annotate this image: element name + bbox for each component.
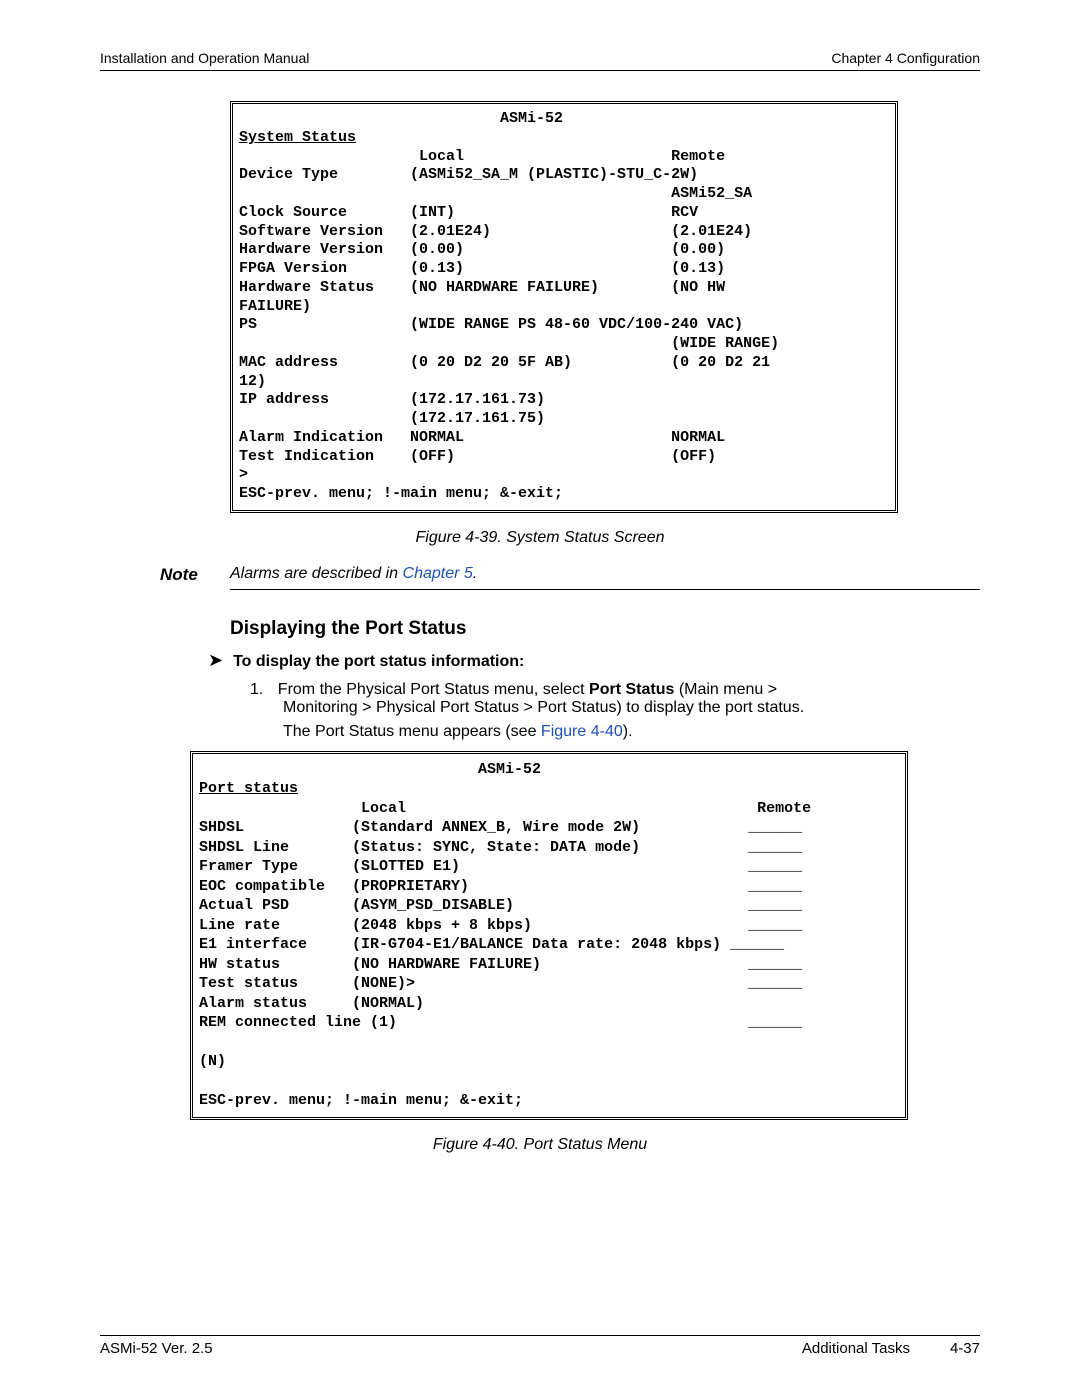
note-block: Note Alarms are described in Chapter 5. xyxy=(160,565,980,590)
step-1-text-b: (Main menu > xyxy=(674,681,777,698)
note-label: Note xyxy=(160,565,220,585)
step-number: 1. xyxy=(250,681,263,698)
terminal-port-status: ASMi-52 Port status Local Remote SHDSL (… xyxy=(190,751,908,1120)
step-1: 1. From the Physical Port Status menu, s… xyxy=(250,681,980,717)
terminal-system-status: ASMi-52 System Status Local Remote Devic… xyxy=(230,101,898,513)
figure-caption-4-39: Figure 4-39. System Status Screen xyxy=(100,529,980,547)
note-text-before: Alarms are described in xyxy=(230,565,403,582)
footer-left: ASMi-52 Ver. 2.5 xyxy=(100,1340,213,1357)
step-1-text-a: From the Physical Port Status menu, sele… xyxy=(278,681,589,698)
step-1-sub-after: ). xyxy=(623,723,633,740)
header-right: Chapter 4 Configuration xyxy=(831,50,980,66)
header-left: Installation and Operation Manual xyxy=(100,50,309,66)
figure-text-2: Port Status Menu xyxy=(524,1136,648,1153)
procedure-title: To display the port status information: xyxy=(233,653,524,671)
footer-right-1: Additional Tasks xyxy=(802,1340,910,1357)
page-footer: ASMi-52 Ver. 2.5 Additional Tasks 4-37 xyxy=(100,1335,980,1357)
link-figure-4-40[interactable]: Figure 4-40 xyxy=(541,723,623,740)
page-header: Installation and Operation Manual Chapte… xyxy=(100,50,980,71)
note-link-chapter-5[interactable]: Chapter 5 xyxy=(403,565,473,582)
heading-displaying-port-status: Displaying the Port Status xyxy=(230,618,980,640)
figure-text: System Status Screen xyxy=(506,529,664,546)
arrow-icon: ➤ xyxy=(208,650,223,671)
footer-page-number: 4-37 xyxy=(950,1340,980,1357)
step-1-result: The Port Status menu appears (see Figure… xyxy=(283,723,980,741)
note-text-after: . xyxy=(473,565,477,582)
note-text: Alarms are described in Chapter 5. xyxy=(230,565,980,590)
figure-label: Figure 4-39. xyxy=(415,529,501,546)
step-1-line1: From the Physical Port Status menu, sele… xyxy=(268,681,777,698)
figure-caption-4-40: Figure 4-40. Port Status Menu xyxy=(100,1136,980,1154)
figure-label-2: Figure 4-40. xyxy=(433,1136,519,1153)
step-1-sub-before: The Port Status menu appears (see xyxy=(283,723,541,740)
step-1-bold: Port Status xyxy=(589,681,674,698)
procedure-heading: ➤ To display the port status information… xyxy=(208,650,980,671)
step-1-line2: Monitoring > Physical Port Status > Port… xyxy=(283,699,980,717)
